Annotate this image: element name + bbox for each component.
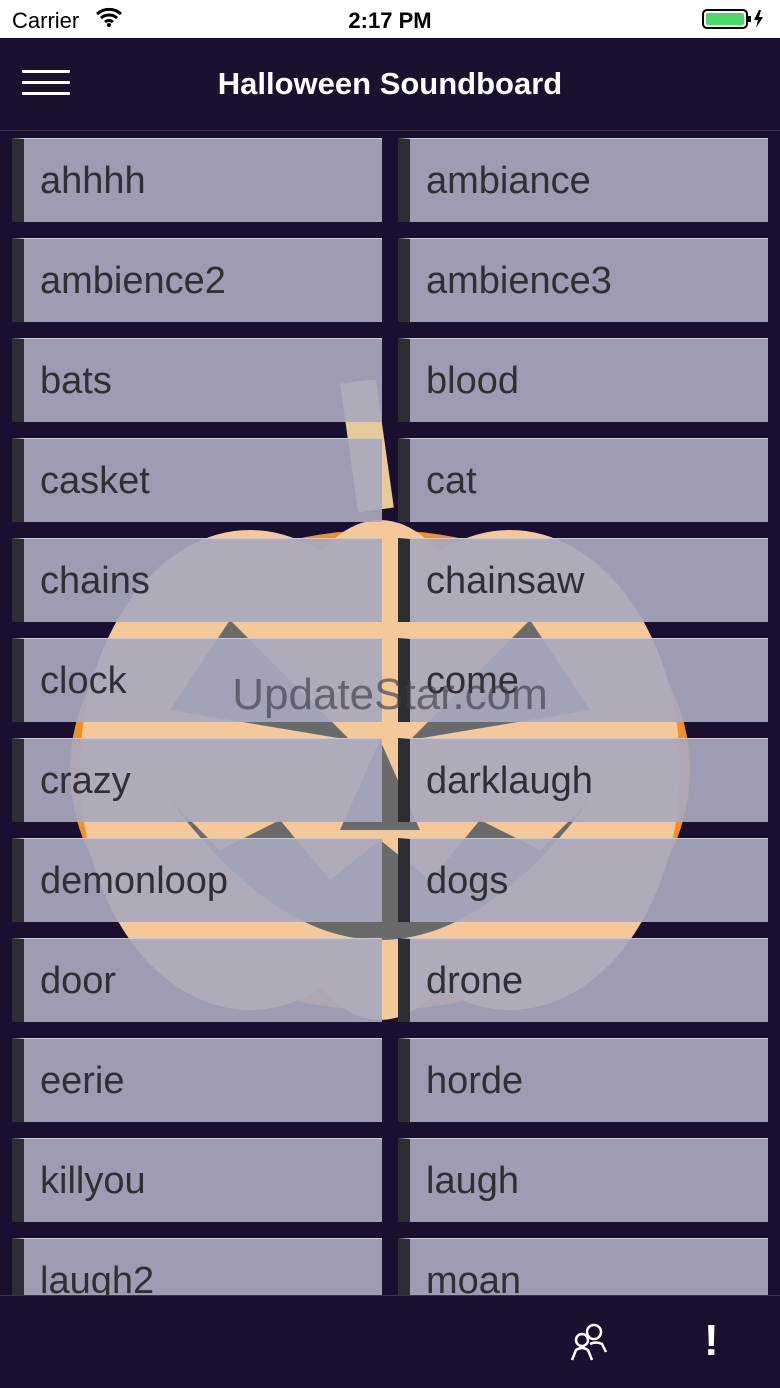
sound-button-horde[interactable]: horde xyxy=(398,1038,768,1122)
sound-button-darklaugh[interactable]: darklaugh xyxy=(398,738,768,822)
sound-button-killyou[interactable]: killyou xyxy=(12,1138,382,1222)
sound-button-chains[interactable]: chains xyxy=(12,538,382,622)
sound-button-door[interactable]: door xyxy=(12,938,382,1022)
page-title: Halloween Soundboard xyxy=(217,66,563,101)
sound-button-come[interactable]: come xyxy=(398,638,768,722)
sound-button-dogs[interactable]: dogs xyxy=(398,838,768,922)
sound-button-ambience2[interactable]: ambience2 xyxy=(12,238,382,322)
sound-button-cat[interactable]: cat xyxy=(398,438,768,522)
sound-button-bats[interactable]: bats xyxy=(12,338,382,422)
sound-button-ahhhh[interactable]: ahhhh xyxy=(12,138,382,222)
sound-button-crazy[interactable]: crazy xyxy=(12,738,382,822)
clock-time: 2:17 PM xyxy=(348,8,432,33)
sound-button-demonloop[interactable]: demonloop xyxy=(12,838,382,922)
sound-button-laugh[interactable]: laugh xyxy=(398,1138,768,1222)
sound-button-chainsaw[interactable]: chainsaw xyxy=(398,538,768,622)
sound-button-eerie[interactable]: eerie xyxy=(12,1038,382,1122)
sound-button-casket[interactable]: casket xyxy=(12,438,382,522)
status-bar: Carrier 2:17 PM xyxy=(0,0,780,38)
sound-list[interactable]: ahhhh ambiance ambience2 ambience3 bats blood… xyxy=(0,130,780,1295)
info-button[interactable]: ! xyxy=(704,1316,719,1366)
battery-icon xyxy=(702,9,763,29)
people-icon[interactable] xyxy=(568,1322,608,1362)
sound-button-ambience3[interactable]: ambience3 xyxy=(398,238,768,322)
sound-button-drone[interactable]: drone xyxy=(398,938,768,1022)
sound-button-blood[interactable]: blood xyxy=(398,338,768,422)
nav-bar: Halloween Soundboard xyxy=(0,38,780,131)
sound-button-ambiance[interactable]: ambiance xyxy=(398,138,768,222)
sound-button-moan[interactable]: moan xyxy=(398,1238,768,1295)
sound-button-laugh2[interactable]: laugh2 xyxy=(12,1238,382,1295)
tab-bar: ! xyxy=(0,1295,780,1388)
sound-button-clock[interactable]: clock xyxy=(12,638,382,722)
